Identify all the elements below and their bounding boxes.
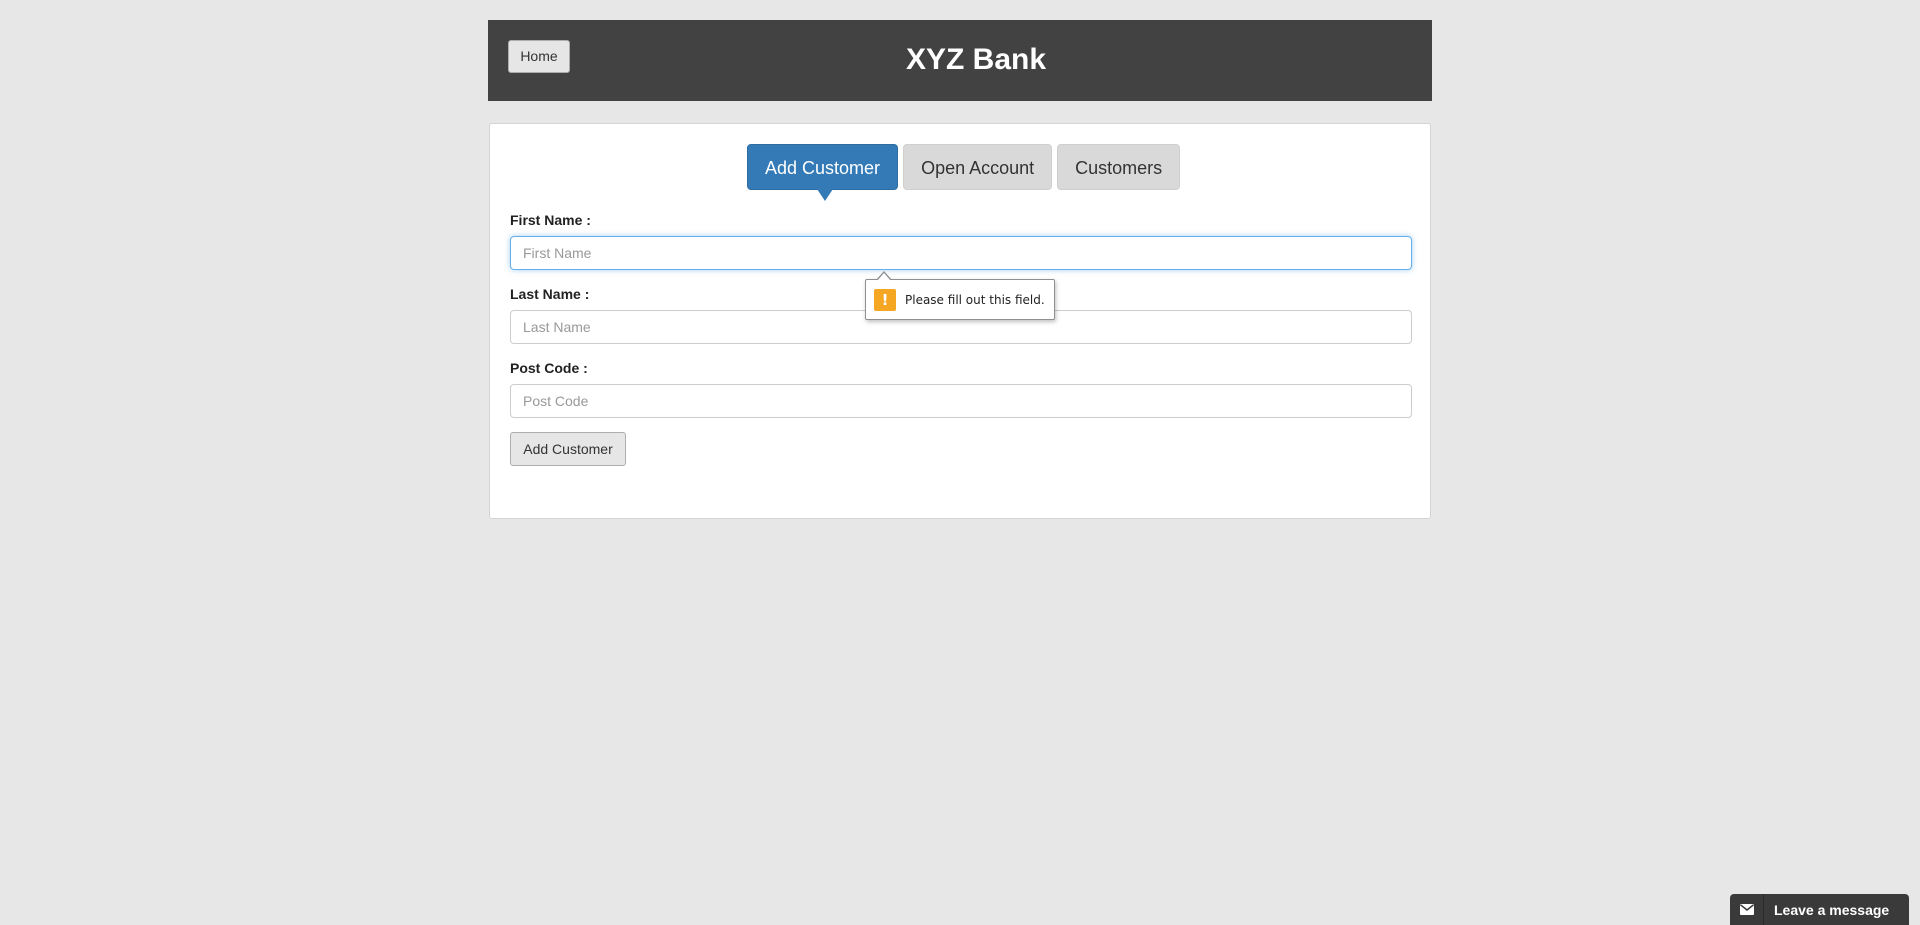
last-name-label: Last Name : [510, 286, 590, 302]
tab-open-account-label: Open Account [921, 158, 1035, 178]
tab-customers-label: Customers [1075, 158, 1163, 178]
tab-open-account[interactable]: Open Account [903, 144, 1053, 190]
exclamation-warning-icon: ! [874, 288, 896, 311]
post-code-label: Post Code : [510, 360, 588, 376]
tab-bar: Add Customer Open Account Customers [747, 144, 1181, 201]
main-panel: Add Customer Open Account Customers Firs… [489, 123, 1431, 519]
tab-add-customer[interactable]: Add Customer [747, 144, 899, 201]
leave-message-widget[interactable]: Leave a message [1730, 894, 1909, 925]
app-title: XYZ Bank [905, 43, 1047, 76]
app-header: Home XYZ Bank [488, 20, 1432, 101]
validation-tooltip: ! Please fill out this field. [865, 271, 1055, 320]
add-customer-submit-button[interactable]: Add Customer [510, 432, 626, 466]
tab-add-customer-label: Add Customer [765, 158, 881, 178]
page: Home XYZ Bank Add Customer Open Account … [0, 0, 1920, 925]
validation-message: Please fill out this field. [905, 292, 1045, 307]
envelope-icon [1730, 894, 1764, 925]
first-name-label: First Name : [510, 212, 591, 228]
first-name-input[interactable] [510, 236, 1412, 270]
post-code-input[interactable] [510, 384, 1412, 418]
tab-customers[interactable]: Customers [1057, 144, 1181, 190]
active-tab-caret [816, 189, 833, 201]
leave-message-label: Leave a message [1774, 901, 1890, 918]
